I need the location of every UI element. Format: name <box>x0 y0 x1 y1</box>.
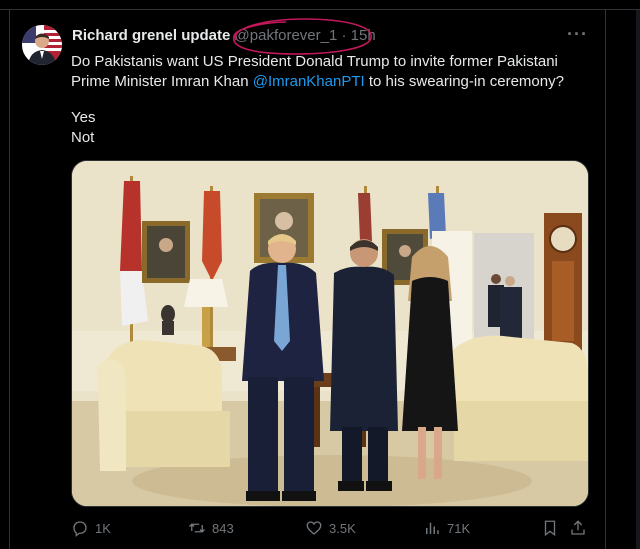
annotation-circle <box>233 18 372 55</box>
photo-image <box>72 161 588 506</box>
views-icon <box>426 522 439 534</box>
tweet-line-yes: Yes <box>71 109 96 126</box>
share-button[interactable] <box>569 516 593 540</box>
share-icon <box>571 520 585 535</box>
like-button[interactable]: 3.5K <box>305 516 356 540</box>
avatar-image <box>22 25 62 65</box>
like-count: 3.5K <box>329 520 356 536</box>
repost-button[interactable]: 843 <box>188 516 234 540</box>
tweet-line-not: Not <box>71 129 95 146</box>
views-count: 71K <box>447 520 471 536</box>
repost-count: 843 <box>212 520 234 536</box>
like-icon <box>306 521 322 535</box>
reply-count: 1K <box>95 520 111 536</box>
bookmark-icon <box>544 520 556 537</box>
right-sidebar-edge <box>636 10 640 549</box>
more-icon[interactable]: ··· <box>567 24 591 44</box>
tweet-text: Do Pakistanis want US President Donald T… <box>71 52 591 92</box>
avatar[interactable] <box>22 25 62 65</box>
tweet-photo[interactable] <box>71 160 589 507</box>
timeline-top-border <box>0 0 640 10</box>
reply-button[interactable]: 1K <box>71 516 111 540</box>
repost-icon <box>189 523 205 533</box>
tweet-actions: 1K 843 3.5K 71K <box>71 516 591 540</box>
author-name[interactable]: Richard grenel update <box>72 27 230 44</box>
tweet-text-part2: to his swearing-in ceremony? <box>364 73 564 90</box>
views-button[interactable]: 71K <box>423 516 470 540</box>
mention-link[interactable]: @ImranKhanPTI <box>253 73 365 90</box>
bookmark-button[interactable] <box>541 516 565 540</box>
reply-icon <box>73 521 87 537</box>
